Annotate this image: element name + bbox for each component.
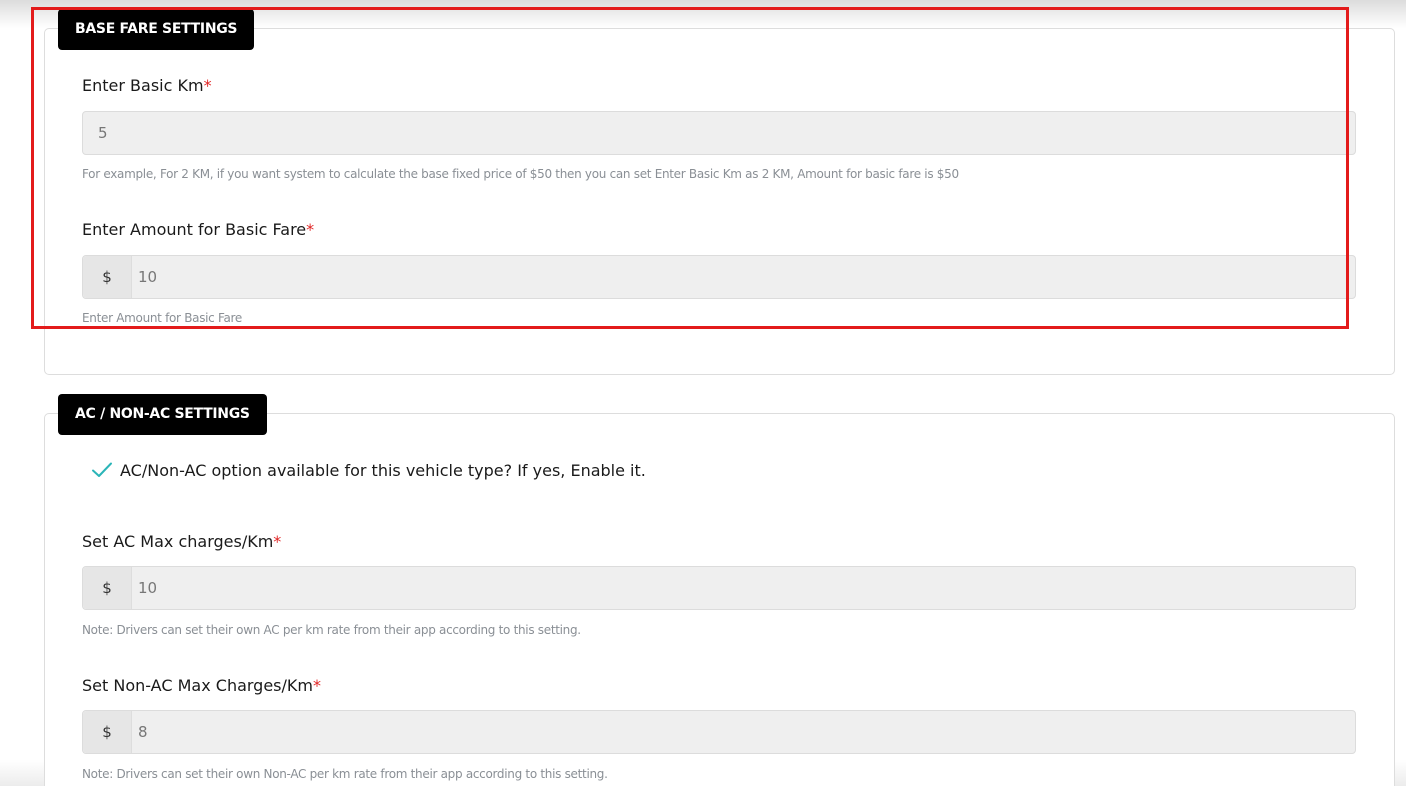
basic-fare-input[interactable]: $ 10	[82, 255, 1356, 299]
ac-enable-label: AC/Non-AC option available for this vehi…	[120, 460, 646, 480]
basic-fare-label-text: Enter Amount for Basic Fare	[82, 220, 307, 239]
currency-addon: $	[83, 256, 132, 298]
basic-fare-label: Enter Amount for Basic Fare*	[82, 220, 314, 239]
required-mark: *	[312, 676, 321, 695]
ac-max-input[interactable]: $ 10	[82, 566, 1356, 610]
ac-section-title: AC / NON-AC SETTINGS	[58, 394, 267, 435]
ac-max-label: Set AC Max charges/Km*	[82, 532, 281, 551]
basic-fare-help: Enter Amount for Basic Fare	[82, 311, 242, 325]
basic-km-label: Enter Basic Km*	[82, 76, 212, 95]
basic-km-label-text: Enter Basic Km	[82, 76, 204, 95]
ac-max-label-text: Set AC Max charges/Km	[82, 532, 274, 551]
base-fare-section-title: BASE FARE SETTINGS	[58, 9, 255, 50]
basic-km-input[interactable]: 5	[82, 111, 1356, 155]
non-ac-max-help: Note: Drivers can set their own Non-AC p…	[82, 767, 608, 781]
ac-enable-checkbox[interactable]: AC/Non-AC option available for this vehi…	[90, 458, 646, 482]
settings-page: BASE FARE SETTINGS Enter Basic Km* 5 For…	[0, 0, 1406, 786]
currency-addon: $	[83, 567, 132, 609]
non-ac-max-label: Set Non-AC Max Charges/Km*	[82, 676, 321, 695]
required-mark: *	[306, 220, 315, 239]
base-fare-card: BASE FARE SETTINGS Enter Basic Km* 5 For…	[44, 9, 1395, 375]
ac-settings-card: AC / NON-AC SETTINGS AC/Non-AC option av…	[44, 394, 1395, 786]
basic-km-help: For example, For 2 KM, if you want syste…	[82, 167, 959, 181]
non-ac-max-label-text: Set Non-AC Max Charges/Km	[82, 676, 313, 695]
ac-max-value: 10	[138, 579, 158, 597]
currency-addon: $	[83, 711, 132, 753]
ac-max-help: Note: Drivers can set their own AC per k…	[82, 623, 581, 637]
basic-km-value: 5	[98, 124, 108, 142]
check-icon	[92, 462, 112, 477]
required-mark: *	[203, 76, 212, 95]
non-ac-max-input[interactable]: $ 8	[82, 710, 1356, 754]
required-mark: *	[273, 532, 282, 551]
basic-fare-value: 10	[138, 268, 158, 286]
non-ac-max-value: 8	[138, 723, 148, 741]
